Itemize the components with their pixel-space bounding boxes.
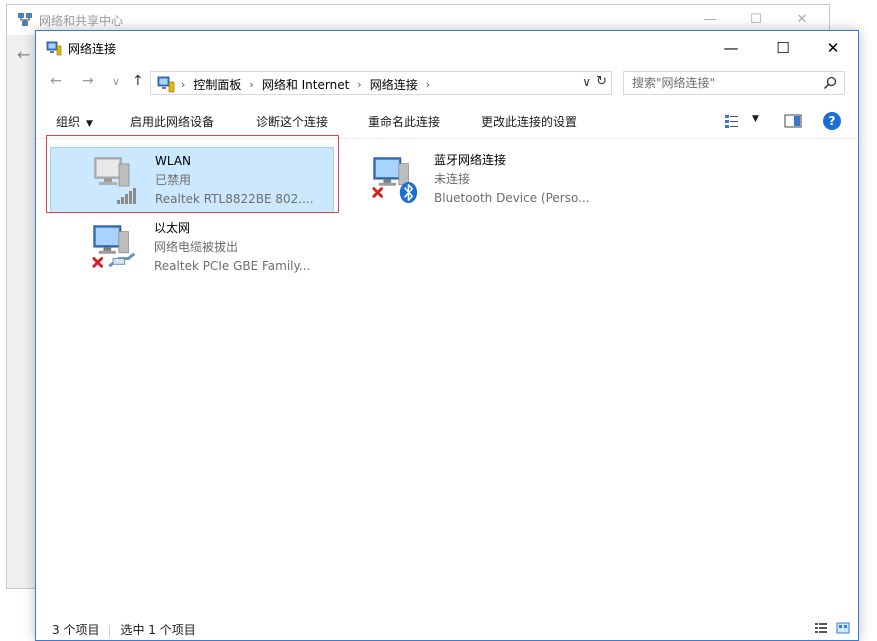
wifi-adapter-icon (94, 157, 136, 204)
address-row: ← → ∨ ↑ › 控制面板 › 网络和 Internet › 网络连接 › ∨… (36, 67, 858, 99)
connection-text: 蓝牙网络连接 未连接 Bluetooth Device (Perso... (434, 151, 590, 208)
maximize-button[interactable]: ☐ (760, 35, 806, 61)
connection-status: 网络电缆被拔出 (154, 240, 239, 254)
background-maximize-button[interactable]: ☐ (733, 9, 779, 31)
organize-arrow-icon: ▼ (86, 119, 93, 129)
search-box[interactable] (623, 71, 845, 95)
back-button[interactable]: ← (50, 73, 62, 89)
refresh-button[interactable]: ↻ (596, 74, 607, 89)
recent-locations-button[interactable]: ∨ (112, 75, 120, 88)
help-icon[interactable]: ? (823, 112, 841, 130)
background-back-button[interactable]: ← (17, 45, 30, 64)
preview-pane-icon[interactable] (784, 113, 802, 129)
connection-item-bluetooth[interactable]: 蓝牙网络连接 未连接 Bluetooth Device (Perso... (330, 147, 610, 213)
organize-menu-button[interactable]: 组织 ▼ (56, 113, 93, 130)
bluetooth-adapter-icon (372, 157, 418, 204)
details-view-icon[interactable] (814, 622, 828, 634)
status-divider (109, 624, 111, 637)
background-minimize-button[interactable]: — (687, 9, 733, 31)
connection-status: 未连接 (434, 172, 471, 186)
large-icons-view-icon[interactable] (836, 622, 850, 634)
breadcrumb-network-connections[interactable]: 网络连接 (370, 76, 418, 93)
selected-count: 选中 1 个项目 (120, 623, 196, 637)
breadcrumb: › 控制面板 › 网络和 Internet › 网络连接 › (181, 76, 438, 93)
enable-device-button[interactable]: 启用此网络设备 (130, 113, 214, 130)
background-window-title: 网络和共享中心 (39, 14, 124, 28)
network-connections-icon (46, 41, 62, 56)
connection-item-wlan[interactable]: WLAN 已禁用 Realtek RTL8822BE 802.... (50, 147, 334, 213)
breadcrumb-separator: › (181, 78, 186, 91)
change-view-icon[interactable] (724, 113, 740, 129)
status-view-buttons (814, 622, 850, 637)
breadcrumb-separator[interactable]: › (357, 78, 361, 91)
search-icon[interactable] (822, 75, 838, 91)
search-input[interactable] (632, 74, 812, 92)
connections-list: WLAN 已禁用 Realtek RTL8822BE 802.... 蓝牙网络连… (36, 139, 858, 620)
breadcrumb-network-internet[interactable]: 网络和 Internet (262, 76, 349, 93)
connection-name: 蓝牙网络连接 (434, 153, 507, 167)
network-sharing-icon (18, 13, 32, 26)
connection-name: WLAN (155, 154, 192, 168)
connection-name: 以太网 (154, 221, 191, 235)
window-title: 网络连接 (68, 42, 117, 56)
command-bar: 组织 ▼ 启用此网络设备 诊断这个连接 重命名此连接 更改此连接的设置 ▼ ? (36, 103, 858, 139)
ethernet-adapter-icon (92, 225, 136, 268)
diagnose-connection-button[interactable]: 诊断这个连接 (256, 113, 328, 130)
forward-button[interactable]: → (82, 73, 94, 89)
breadcrumb-separator[interactable]: › (249, 78, 253, 91)
rename-connection-button[interactable]: 重命名此连接 (368, 113, 440, 130)
connection-item-ethernet[interactable]: 以太网 网络电缆被拔出 Realtek PCIe GBE Family... (50, 215, 334, 281)
status-bar: 3 个项目 选中 1 个项目 (36, 618, 858, 640)
network-connections-window[interactable]: 网络连接 — ☐ ✕ ← → ∨ ↑ › 控制面板 › 网络和 Internet… (35, 30, 859, 641)
background-close-button[interactable]: ✕ (779, 9, 825, 31)
connection-device: Realtek RTL8822BE 802.... (155, 192, 314, 206)
connection-device: Realtek PCIe GBE Family... (154, 259, 311, 273)
organize-label: 组织 (56, 115, 81, 129)
address-bar[interactable]: › 控制面板 › 网络和 Internet › 网络连接 › ∨ ↻ (150, 71, 612, 95)
close-button[interactable]: ✕ (810, 35, 856, 61)
breadcrumb-control-panel[interactable]: 控制面板 (193, 76, 241, 93)
change-settings-button[interactable]: 更改此连接的设置 (481, 113, 577, 130)
view-options-arrow[interactable]: ▼ (752, 114, 759, 124)
connection-device: Bluetooth Device (Perso... (434, 191, 590, 205)
up-button[interactable]: ↑ (132, 73, 144, 89)
control-panel-icon (157, 76, 175, 93)
breadcrumb-separator[interactable]: › (426, 78, 430, 91)
status-text: 3 个项目 选中 1 个项目 (52, 621, 196, 638)
connection-text: WLAN 已禁用 Realtek RTL8822BE 802.... (155, 152, 314, 209)
minimize-button[interactable]: — (708, 35, 754, 61)
connection-status: 已禁用 (155, 173, 192, 187)
address-dropdown-button[interactable]: ∨ (582, 75, 591, 89)
item-count: 3 个项目 (52, 623, 100, 637)
titlebar[interactable]: 网络连接 — ☐ ✕ (36, 31, 858, 65)
connection-text: 以太网 网络电缆被拔出 Realtek PCIe GBE Family... (154, 219, 310, 276)
